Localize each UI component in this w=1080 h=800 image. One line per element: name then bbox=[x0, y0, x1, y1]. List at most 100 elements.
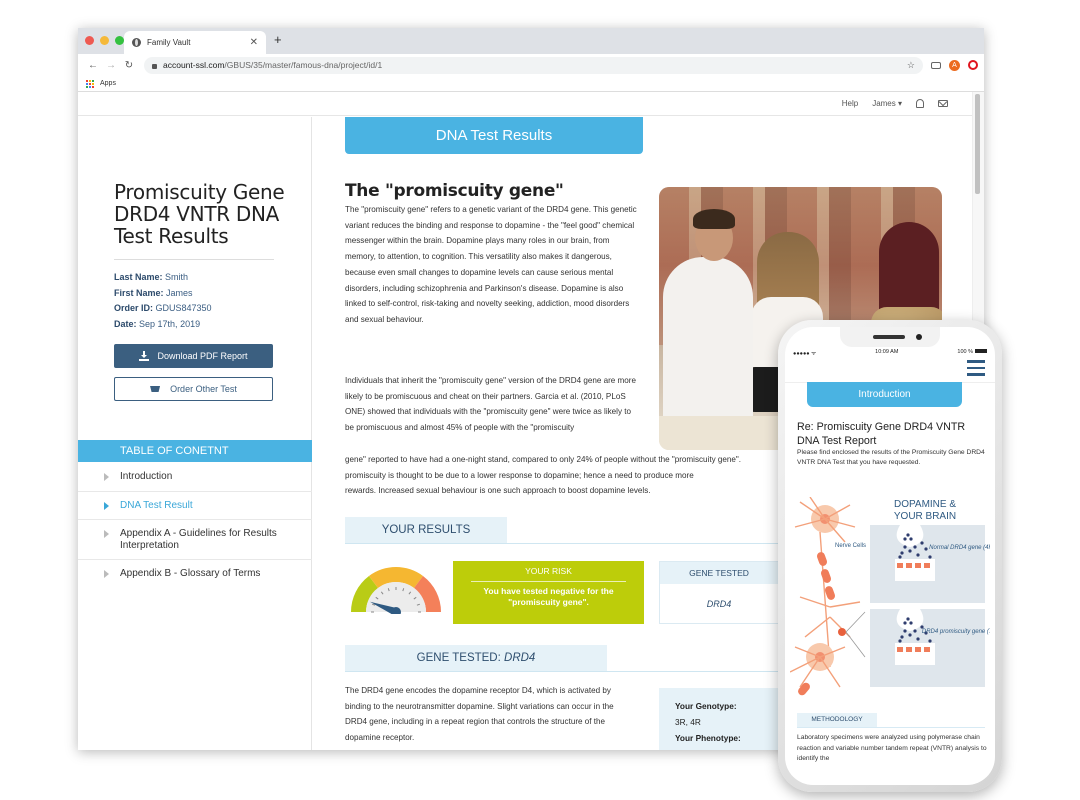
heading-prefix: GENE TESTED: bbox=[416, 652, 505, 664]
close-window-button[interactable] bbox=[85, 36, 94, 45]
introduction-tab[interactable]: Introduction bbox=[807, 382, 962, 407]
toc-item-introduction[interactable]: Introduction bbox=[78, 463, 312, 492]
address-bar: ← → ↻ account-ssl.com /GBUS/35/master/fa… bbox=[78, 54, 984, 76]
risk-result: You have tested negative for the "promis… bbox=[483, 586, 614, 607]
forward-icon[interactable]: → bbox=[102, 60, 120, 71]
top-nav: Help James ▾ bbox=[78, 92, 984, 116]
methodology-heading: METHODOLOGY bbox=[797, 713, 877, 727]
close-tab-icon[interactable]: ✕ bbox=[250, 37, 258, 48]
dopamine-molecule bbox=[903, 537, 907, 541]
article-title: The "promiscuity gene" bbox=[345, 181, 564, 201]
back-icon[interactable]: ← bbox=[84, 60, 102, 71]
your-results-heading: YOUR RESULTS bbox=[345, 517, 507, 543]
field-value: GDUS847350 bbox=[155, 303, 212, 313]
dopamine-molecule bbox=[898, 639, 902, 643]
dopamine-molecule bbox=[920, 541, 924, 545]
dopamine-molecule bbox=[906, 617, 910, 621]
toc-header: TABLE OF CONETNT bbox=[78, 440, 312, 462]
reload-icon[interactable]: ↻ bbox=[120, 60, 138, 71]
help-link[interactable]: Help bbox=[842, 99, 858, 108]
study-paragraph-continued: gene" reported to have had a one-night s… bbox=[345, 452, 785, 499]
normal-gene-label: Normal DRD4 gene (4R) bbox=[929, 545, 990, 551]
tab-title: Family Vault bbox=[147, 38, 191, 47]
text-line: rewards. Increased sexual behaviour is o… bbox=[345, 486, 651, 496]
dopamine-molecule bbox=[908, 549, 912, 553]
dopamine-molecule bbox=[909, 537, 913, 541]
heading-gene: DRD4 bbox=[504, 652, 536, 664]
profile-avatar[interactable]: A bbox=[949, 59, 960, 71]
browser-tab[interactable]: Family Vault ✕ bbox=[124, 31, 266, 54]
nerve-cells-illustration bbox=[790, 497, 866, 696]
dopamine-molecule bbox=[924, 547, 928, 551]
opera-icon[interactable] bbox=[968, 60, 978, 70]
front-camera bbox=[916, 334, 922, 340]
cart-icon bbox=[150, 386, 161, 392]
field-value: Smith bbox=[165, 272, 189, 282]
gene-tested-card: GENE TESTED DRD4 bbox=[659, 561, 779, 624]
dopamine-molecule bbox=[928, 639, 932, 643]
study-paragraph: Individuals that inherit the "promiscuit… bbox=[345, 376, 636, 433]
risk-gauge bbox=[351, 567, 441, 614]
dopamine-molecule bbox=[913, 629, 917, 633]
dopamine-molecule bbox=[916, 553, 920, 557]
phone-screen: ●●●●● ᯤ 10:09 AM 100 % Introduction Re: … bbox=[785, 327, 995, 785]
dopamine-molecule bbox=[913, 545, 917, 549]
normal-gene-panel: Normal DRD4 gene (4R) bbox=[870, 525, 990, 603]
new-tab-button[interactable]: + bbox=[274, 32, 282, 47]
genotype-value: 3R, 4R bbox=[675, 717, 701, 727]
download-icon bbox=[139, 350, 150, 361]
download-pdf-button[interactable]: Download PDF Report bbox=[114, 344, 273, 368]
bookmark-apps[interactable]: Apps bbox=[100, 80, 116, 87]
text-line: promiscuity is thought to be due to a lo… bbox=[345, 470, 694, 480]
url-input[interactable]: account-ssl.com /GBUS/35/master/famous-d… bbox=[144, 56, 923, 74]
minimize-window-button[interactable] bbox=[100, 36, 109, 45]
toc-item-appendix-a[interactable]: Appendix A - Guidelines for Results Inte… bbox=[78, 520, 312, 560]
date-row: Date: Sep 17th, 2019 bbox=[114, 317, 212, 333]
hamburger-menu-icon[interactable] bbox=[967, 360, 985, 380]
download-label: Download PDF Report bbox=[157, 351, 248, 361]
scrollbar-thumb[interactable] bbox=[975, 94, 980, 194]
window-controls bbox=[85, 36, 124, 45]
caret-right-icon bbox=[104, 570, 109, 578]
dopamine-molecule bbox=[900, 551, 904, 555]
bookmark-star-icon[interactable]: ☆ bbox=[907, 60, 915, 71]
mail-icon[interactable] bbox=[938, 100, 948, 107]
risk-title: YOUR RISK bbox=[525, 566, 572, 576]
camera-icon[interactable] bbox=[931, 61, 941, 69]
intro-paragraph: The "promiscuity gene" refers to a genet… bbox=[345, 205, 637, 324]
lock-icon bbox=[152, 63, 157, 69]
dopamine-molecule bbox=[909, 621, 913, 625]
signal-icon: ●●●●● ᯤ bbox=[793, 351, 817, 357]
gene-paragraph: The DRD4 gene encodes the dopamine recep… bbox=[345, 686, 614, 743]
order-details: Last Name: Smith First Name: James Order… bbox=[114, 270, 212, 332]
maximize-window-button[interactable] bbox=[115, 36, 124, 45]
toc-label: Appendix A - Guidelines for Results Inte… bbox=[120, 528, 277, 551]
genotype-label: Your Genotype: bbox=[675, 701, 737, 711]
toc-label: Introduction bbox=[120, 471, 173, 482]
results-banner: DNA Test Results bbox=[345, 117, 643, 154]
text-line: gene" reported to have had a one-night s… bbox=[345, 455, 742, 464]
toc-item-dna-test-result[interactable]: DNA Test Result bbox=[78, 492, 312, 520]
apps-grid-icon bbox=[86, 79, 94, 88]
dopamine-molecule bbox=[928, 555, 932, 559]
order-id-row: Order ID: GDUS847350 bbox=[114, 301, 212, 317]
dopamine-molecule bbox=[908, 633, 912, 637]
field-label: First Name: bbox=[114, 287, 164, 298]
dopamine-molecule bbox=[903, 621, 907, 625]
nerve-cells-label: Nerve Cells bbox=[835, 543, 866, 549]
gene-tested-heading: GENE TESTED: DRD4 bbox=[345, 645, 607, 671]
sidebar: Promiscuity Gene DRD4 VNTR DNA Test Resu… bbox=[78, 117, 312, 750]
dopamine-molecule bbox=[903, 629, 907, 633]
order-other-test-button[interactable]: Order Other Test bbox=[114, 377, 273, 401]
user-menu[interactable]: James ▾ bbox=[872, 99, 902, 108]
battery-status: 100 % bbox=[957, 349, 987, 357]
dopamine-infographic: Nerve Cells DOPAMINE & YOUR BRAIN Normal… bbox=[790, 497, 990, 696]
field-value: James bbox=[166, 287, 193, 298]
caret-right-icon bbox=[104, 473, 109, 481]
order-label: Order Other Test bbox=[170, 384, 237, 394]
gene-tested-value: DRD4 bbox=[706, 599, 732, 609]
speaker bbox=[873, 335, 905, 339]
bell-icon[interactable] bbox=[916, 99, 924, 108]
toc-item-appendix-b[interactable]: Appendix B - Glossary of Terms bbox=[78, 560, 312, 588]
first-name-row: First Name: James bbox=[114, 286, 212, 302]
